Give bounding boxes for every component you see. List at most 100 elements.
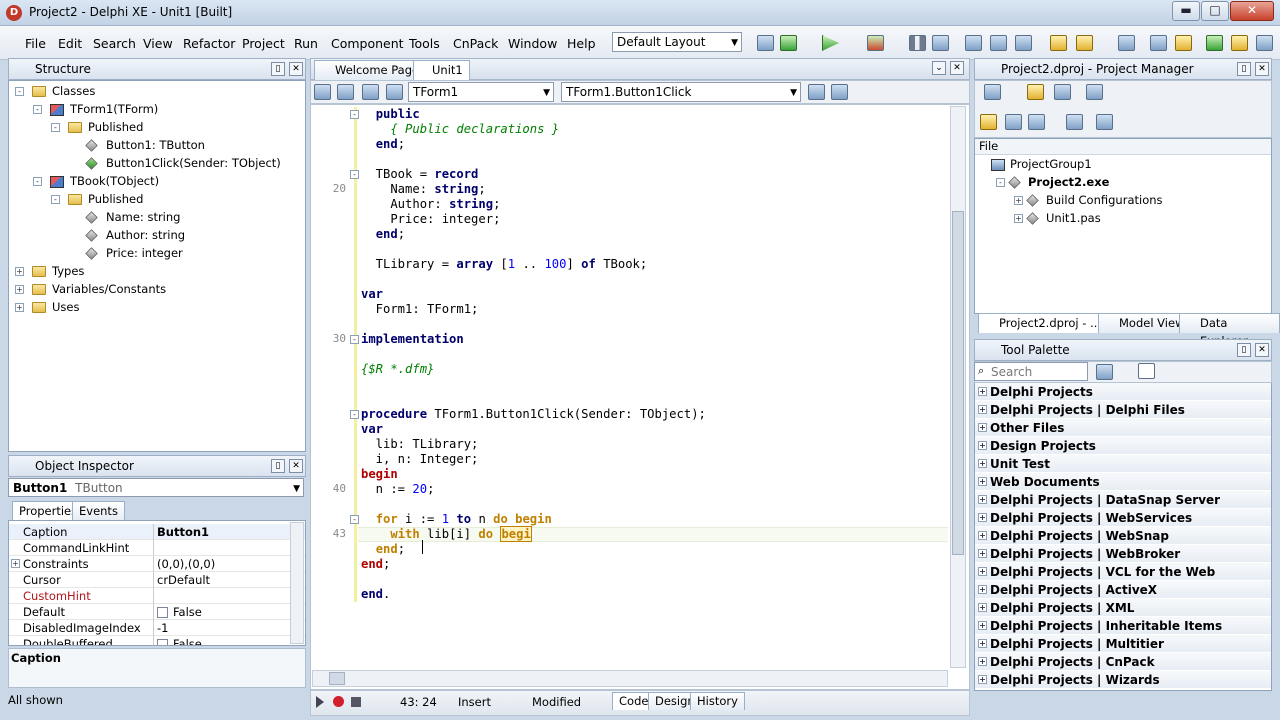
code-line[interactable]: {$R *.dfm} [361,362,434,377]
expand-icon[interactable]: + [978,495,987,504]
expand-icon[interactable]: + [978,423,987,432]
expand-icon[interactable]: + [978,387,987,396]
tab-project-manager[interactable]: Project2.dproj - ... [978,313,1109,333]
toggle-form-unit-icon[interactable] [314,84,331,100]
expand-icon[interactable]: + [1014,196,1023,205]
run-without-debug-icon[interactable] [867,35,884,51]
property-value[interactable]: Button1 [157,524,209,540]
close-panel-icon[interactable]: ✕ [1255,62,1269,76]
structure-node[interactable]: Price: integer [9,244,305,262]
code-line[interactable]: Form1: TForm1; [361,302,479,317]
stop-icon[interactable] [932,35,949,51]
code-line[interactable]: end; [361,227,405,242]
property-value[interactable]: False [173,604,202,620]
fold-icon[interactable]: - [350,515,359,524]
expand-icon[interactable]: + [978,477,987,486]
pointer-icon[interactable] [1138,363,1155,379]
code-line[interactable]: var [361,422,383,437]
class-combo[interactable]: TForm1 ▼ [408,82,554,102]
palette-categories-icon[interactable] [1096,364,1113,380]
close-tab-icon[interactable]: ✕ [950,61,964,75]
menu-file[interactable]: File [25,36,46,51]
property-row[interactable]: + Constraints (0,0),(0,0) [9,556,305,572]
collapse-icon[interactable]: - [15,87,24,96]
collapse-icon[interactable]: - [51,123,60,132]
layout-combo[interactable]: Default Layout ▼ [612,32,742,52]
close-panel-icon[interactable]: ✕ [1255,343,1269,357]
pin-icon[interactable]: ▯ [271,459,285,473]
expand-icon[interactable]: + [978,441,987,450]
palette-category[interactable]: + Delphi Projects | Delphi Files [975,401,1271,419]
collapse-icon[interactable] [1028,114,1045,130]
minimize-button[interactable]: ▬ [1172,1,1200,21]
method-combo[interactable]: TForm1.Button1Click ▼ [561,82,801,102]
property-row[interactable]: Cursor crDefault [9,572,305,588]
code-line[interactable]: for i := 1 to n do begin [361,512,552,527]
trace-into-icon[interactable] [965,35,982,51]
expand-icon[interactable] [1005,114,1022,130]
inspector-scrollbar[interactable] [290,522,304,644]
code-line[interactable]: lib: TLibrary; [361,437,479,452]
code-line[interactable]: { Public declarations } [361,122,559,137]
run-to-cursor-icon[interactable] [1015,35,1032,51]
open-icon[interactable] [1076,35,1093,51]
palette-category[interactable]: + Delphi Projects | WebServices [975,509,1271,527]
code-line[interactable]: TLibrary = array [1 .. 100] of TBook; [361,257,648,272]
menu-help[interactable]: Help [567,36,596,51]
code-line[interactable]: n := 20; [361,482,435,497]
open-project-folder-icon[interactable] [1027,84,1044,100]
structure-node[interactable]: - TForm1(TForm) [9,100,305,118]
pin-icon[interactable]: ▯ [271,62,285,76]
code-line[interactable]: Price: integer; [361,212,500,227]
tab-list-icon[interactable]: ⌄ [932,61,946,75]
new-items-icon[interactable] [1050,35,1067,51]
interface-icon[interactable] [362,84,379,100]
structure-node[interactable]: Name: string [9,208,305,226]
expand-icon[interactable]: + [15,303,24,312]
tab-model-view[interactable]: Model View [1098,313,1192,333]
code-line[interactable]: procedure TForm1.Button1Click(Sender: TO… [361,407,706,422]
remove-file-icon[interactable] [1231,35,1248,51]
fold-icon[interactable]: - [350,110,359,119]
palette-category[interactable]: + Delphi Projects | ActiveX [975,581,1271,599]
code-line[interactable]: end; [361,137,405,152]
structure-node[interactable]: - Published [9,118,305,136]
menu-cnpack[interactable]: CnPack [453,36,498,51]
run-icon-alt[interactable] [780,35,797,51]
structure-node[interactable]: Button1: TButton [9,136,305,154]
menu-view[interactable]: View [143,36,173,51]
expand-icon[interactable]: + [11,559,20,568]
structure-node[interactable]: - TBook(TObject) [9,172,305,190]
editor-hscrollbar[interactable] [312,670,948,687]
menu-project[interactable]: Project [242,36,285,51]
add-file-icon[interactable] [1206,35,1223,51]
expand-icon[interactable]: + [978,657,987,666]
copy-icon[interactable] [337,84,354,100]
align-left-icon[interactable] [808,84,825,100]
list-view-icon[interactable] [1066,114,1083,130]
property-row[interactable]: DoubleBuffered False [9,636,305,645]
menu-tools[interactable]: Tools [409,36,440,51]
property-row[interactable]: CommandLinkHint [9,540,305,556]
record-macro-icon[interactable] [333,696,344,707]
expand-icon[interactable]: + [978,585,987,594]
menu-search[interactable]: Search [93,36,136,51]
fold-icon[interactable]: - [350,170,359,179]
structure-node[interactable]: Author: string [9,226,305,244]
code-line[interactable]: with lib[i] do begi [361,526,532,542]
code-line[interactable]: Author: string; [361,197,500,212]
component-palette-icon[interactable] [757,35,774,51]
tab-welcome-page[interactable]: Welcome Page [314,60,427,80]
property-row[interactable]: Caption Button1 [9,524,305,540]
save-icon[interactable] [1118,35,1135,51]
palette-category[interactable]: + Delphi Projects | Inheritable Items [975,617,1271,635]
expand-icon[interactable]: + [978,621,987,630]
code-line[interactable]: Name: string; [361,182,485,197]
palette-category[interactable]: + Delphi Projects | XML [975,599,1271,617]
fold-icon[interactable]: - [350,410,359,419]
object-selector[interactable]: Button1 TButton ▼ [8,478,304,497]
close-button[interactable]: ✕ [1230,1,1274,21]
collapse-icon[interactable]: - [51,195,60,204]
structure-node[interactable]: + Variables/Constants [9,280,305,298]
expand-icon[interactable]: + [15,267,24,276]
